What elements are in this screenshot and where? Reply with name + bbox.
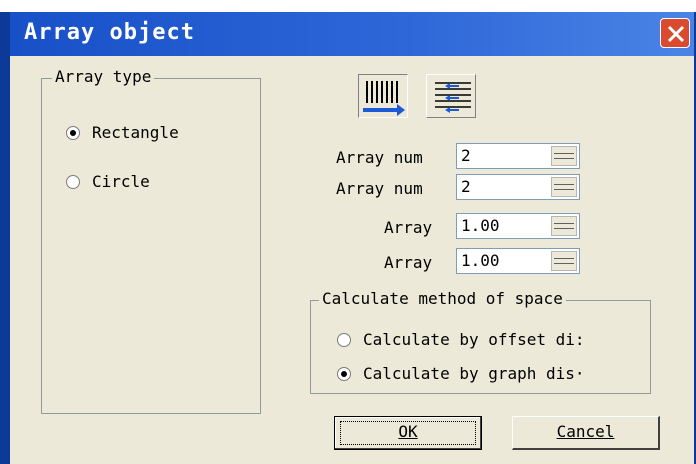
- radio-circle-button[interactable]: [66, 174, 80, 189]
- radio-circle[interactable]: Circle: [66, 172, 150, 191]
- array-spacing-2-spinner[interactable]: 1.00: [456, 248, 580, 274]
- window-frame-left: [0, 12, 10, 464]
- calc-method-group: Calculate method of space Calculate by o…: [310, 289, 651, 394]
- array-num-2-spinner[interactable]: 2: [456, 174, 580, 200]
- ok-button-label: OK: [398, 422, 418, 441]
- close-icon: [667, 25, 685, 43]
- ok-button[interactable]: OK: [334, 416, 482, 450]
- radio-graph-distance-label: Calculate by graph dis·: [363, 364, 585, 383]
- array-spacing-2-spin-buttons[interactable]: [551, 251, 577, 271]
- array-spacing-1-spin-buttons[interactable]: [551, 216, 577, 236]
- array-spacing-2-value: 1.00: [461, 251, 500, 270]
- field-label-2: Array num: [336, 179, 423, 198]
- array-spacing-1-spinner[interactable]: 1.00: [456, 213, 580, 239]
- calc-method-label: Calculate method of space: [319, 289, 566, 308]
- radio-offset-distance-button[interactable]: [337, 332, 351, 347]
- title-bar[interactable]: Array object: [10, 12, 694, 56]
- array-num-1-value: 2: [461, 146, 471, 165]
- array-num-1-spinner[interactable]: 2: [456, 143, 580, 169]
- field-label-1: Array num: [336, 148, 423, 167]
- array-type-label: Array type: [52, 67, 155, 86]
- dialog-body: Array type Rectangle Circle Array num 2 …: [10, 56, 694, 464]
- array-type-group: Array type Rectangle Circle: [41, 67, 261, 414]
- field-label-4: Array: [384, 253, 433, 272]
- radio-offset-distance-label: Calculate by offset di:: [363, 330, 585, 349]
- array-spacing-1-value: 1.00: [461, 216, 500, 235]
- horizontal-array-button[interactable]: [358, 74, 408, 118]
- radio-graph-distance[interactable]: Calculate by graph dis·: [337, 364, 585, 383]
- radio-graph-distance-button[interactable]: [337, 366, 351, 381]
- array-num-1-spin-buttons[interactable]: [551, 146, 577, 166]
- array-num-2-value: 2: [461, 177, 471, 196]
- radio-rectangle-button[interactable]: [66, 125, 80, 140]
- array-object-dialog: Array object Array type Rectangle Circle: [0, 0, 696, 464]
- window-title: Array object: [24, 20, 195, 45]
- field-label-3: Array: [384, 218, 433, 237]
- vertical-lines-arrow-icon: [363, 81, 405, 116]
- close-button[interactable]: [660, 18, 690, 48]
- radio-offset-distance[interactable]: Calculate by offset di:: [337, 330, 585, 349]
- cancel-button-label: Cancel: [556, 422, 615, 441]
- array-num-2-spin-buttons[interactable]: [551, 177, 577, 197]
- horizontal-lines-arrows-icon: [435, 82, 471, 113]
- cancel-button[interactable]: Cancel: [512, 416, 660, 450]
- vertical-array-button[interactable]: [426, 74, 476, 118]
- radio-circle-label: Circle: [92, 172, 150, 191]
- radio-rectangle-label: Rectangle: [92, 123, 179, 142]
- radio-rectangle[interactable]: Rectangle: [66, 123, 179, 142]
